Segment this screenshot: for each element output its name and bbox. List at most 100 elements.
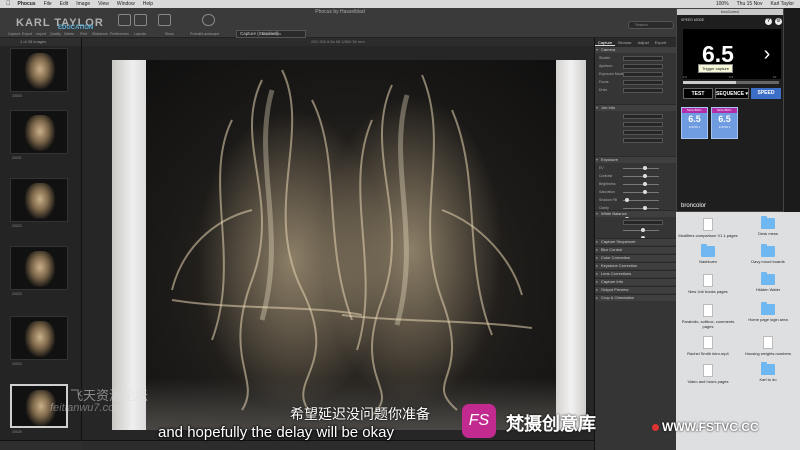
slider-tick-max: 10 (773, 75, 777, 79)
section-lens-corrections[interactable]: Lens Corrections (595, 270, 677, 277)
desktop-item[interactable]: Modifiers comparison V1.1.pages (678, 218, 738, 238)
section-capture-sequencer[interactable]: Capture Sequencer (595, 238, 677, 245)
viewer-footer (82, 440, 594, 450)
desktop-item[interactable]: Parabolic, softbox, comments pages (678, 304, 738, 329)
section-keystone-correction[interactable]: Keystone Correction (595, 262, 677, 269)
focus-field[interactable] (623, 80, 663, 85)
slider-knob[interactable] (643, 182, 647, 186)
menu-window[interactable]: Window (117, 1, 135, 7)
desktop-item[interactable]: Video and hours pages (678, 364, 738, 384)
desktop-item[interactable]: Karl to do (738, 362, 798, 382)
apple-icon[interactable]:  (6, 1, 11, 7)
desktop-item-label: Nashicam (699, 259, 717, 264)
image-viewer: ISO 200 6.5s f/8 1/800 50 mm (82, 38, 594, 450)
desktop-item[interactable]: Nashicam (678, 244, 738, 264)
section-white-balance[interactable]: White Balance (595, 210, 677, 217)
flash-unit-card[interactable]: Siros 800 L 6.5 1/3700 s (681, 107, 708, 139)
job-field[interactable] (623, 114, 663, 119)
menu-app[interactable]: Phocus (18, 1, 36, 7)
slider-knob[interactable] (643, 166, 647, 170)
power-slider[interactable] (683, 81, 779, 84)
slider-knob[interactable] (625, 198, 629, 202)
menu-view[interactable]: View (98, 1, 109, 7)
grid-view-icon[interactable] (134, 14, 147, 26)
slider-track[interactable] (623, 184, 659, 185)
tab-adjust[interactable]: Adjust (635, 38, 652, 46)
desktop-item-label: Home page login area (748, 317, 788, 322)
slider-track[interactable] (623, 176, 659, 177)
menu-file[interactable]: File (44, 1, 52, 7)
thumbnail[interactable] (10, 178, 68, 222)
section-capture-info[interactable]: Capture Info (595, 278, 677, 285)
user-name[interactable]: Karl Taylor (770, 1, 794, 7)
job-field[interactable] (623, 138, 663, 143)
tab-browse[interactable]: Browse (615, 38, 634, 46)
sequence-dropdown[interactable]: SEQUENCE ▾ (715, 88, 749, 99)
slider-knob[interactable] (643, 190, 647, 194)
battery-status[interactable]: 100% (716, 1, 729, 7)
section-exposure[interactable]: Exposure (595, 156, 677, 163)
slider-knob[interactable] (641, 228, 645, 232)
section-job-info[interactable]: Job Info (595, 104, 677, 111)
education-logo: EDUCATION (58, 25, 94, 31)
section-output-preview[interactable]: Output Preview (595, 286, 677, 293)
speed-button[interactable]: SPEED (751, 88, 781, 99)
thumbnail[interactable] (10, 246, 68, 290)
desktop-item[interactable]: Rachel Smith intro.mp4 (678, 336, 738, 356)
section-blur-control[interactable]: Blur Control (595, 246, 677, 253)
unit-label: 1/3700 s (718, 125, 731, 129)
clock[interactable]: Thu 15 Nov (737, 1, 763, 7)
thumbnail[interactable] (10, 316, 68, 360)
tab-export[interactable]: Export (652, 38, 670, 46)
desktop-item[interactable]: New Job books pages (678, 274, 738, 294)
site-url-text: WWW.FSTVC.CC (662, 420, 759, 434)
fs-brand-logo: FS (462, 404, 496, 438)
desktop-item[interactable]: Desk mess (738, 216, 798, 236)
desktop-item[interactable]: Housing weights.numbers (738, 336, 798, 356)
document-icon (703, 304, 713, 317)
chevron-right-icon[interactable]: › (753, 29, 781, 79)
wb-preset-field[interactable] (623, 220, 663, 225)
thumbnail-label: 20021 (12, 156, 22, 160)
slider-knob[interactable] (643, 174, 647, 178)
toolbar-label-quality: Quality (50, 32, 61, 36)
menu-edit[interactable]: Edit (60, 1, 69, 7)
section-crop-orientation[interactable]: Crop & Orientation (595, 294, 677, 301)
job-field[interactable] (623, 122, 663, 127)
single-view-icon[interactable] (158, 14, 171, 26)
trigger-capture-tooltip: Trigger capture (698, 64, 733, 73)
browser-header: 1 of 38 images (0, 38, 81, 46)
slider-track[interactable] (623, 208, 659, 209)
toolbar-label-layouts: Layouts (134, 32, 147, 36)
desktop-item[interactable]: Home page login area (738, 302, 798, 322)
thumbnail[interactable] (10, 48, 68, 92)
shutter-field[interactable] (623, 56, 663, 61)
flash-unit-card[interactable]: Siros 800 L 6.5 1/3700 s (711, 107, 738, 139)
menu-image[interactable]: Image (76, 1, 90, 7)
desktop-item-label: New Job books pages (688, 289, 728, 294)
tab-capture[interactable]: Capture (595, 38, 616, 46)
gear-icon[interactable]: ⚙ (775, 18, 782, 25)
menu-help[interactable]: Help (143, 1, 153, 7)
exposure-mode-field[interactable] (623, 72, 663, 77)
desktop-item-label: Desk mess (758, 231, 778, 236)
toolbar-label-show: Show (165, 32, 174, 36)
section-color-correction[interactable]: Color Correction (595, 254, 677, 261)
desktop-item-label: Karl to do (759, 377, 777, 382)
rotate-icon[interactable] (202, 14, 215, 26)
search-input[interactable]: Search (628, 21, 674, 29)
test-button[interactable]: TEST (683, 88, 713, 99)
slider-track[interactable] (623, 168, 659, 169)
drive-field[interactable] (623, 88, 663, 93)
main-photo[interactable] (112, 60, 586, 430)
help-icon[interactable]: ? (765, 18, 772, 25)
desktop-item[interactable]: Hidden Water (738, 272, 798, 292)
section-camera[interactable]: Camera (595, 46, 677, 53)
aperture-field[interactable] (623, 64, 663, 69)
document-icon (703, 274, 713, 287)
desktop-item[interactable]: Davy mood boards (738, 244, 798, 264)
show-icon[interactable] (118, 14, 131, 26)
job-field[interactable] (623, 130, 663, 135)
slider-track[interactable] (623, 192, 659, 193)
thumbnail[interactable] (10, 110, 68, 154)
